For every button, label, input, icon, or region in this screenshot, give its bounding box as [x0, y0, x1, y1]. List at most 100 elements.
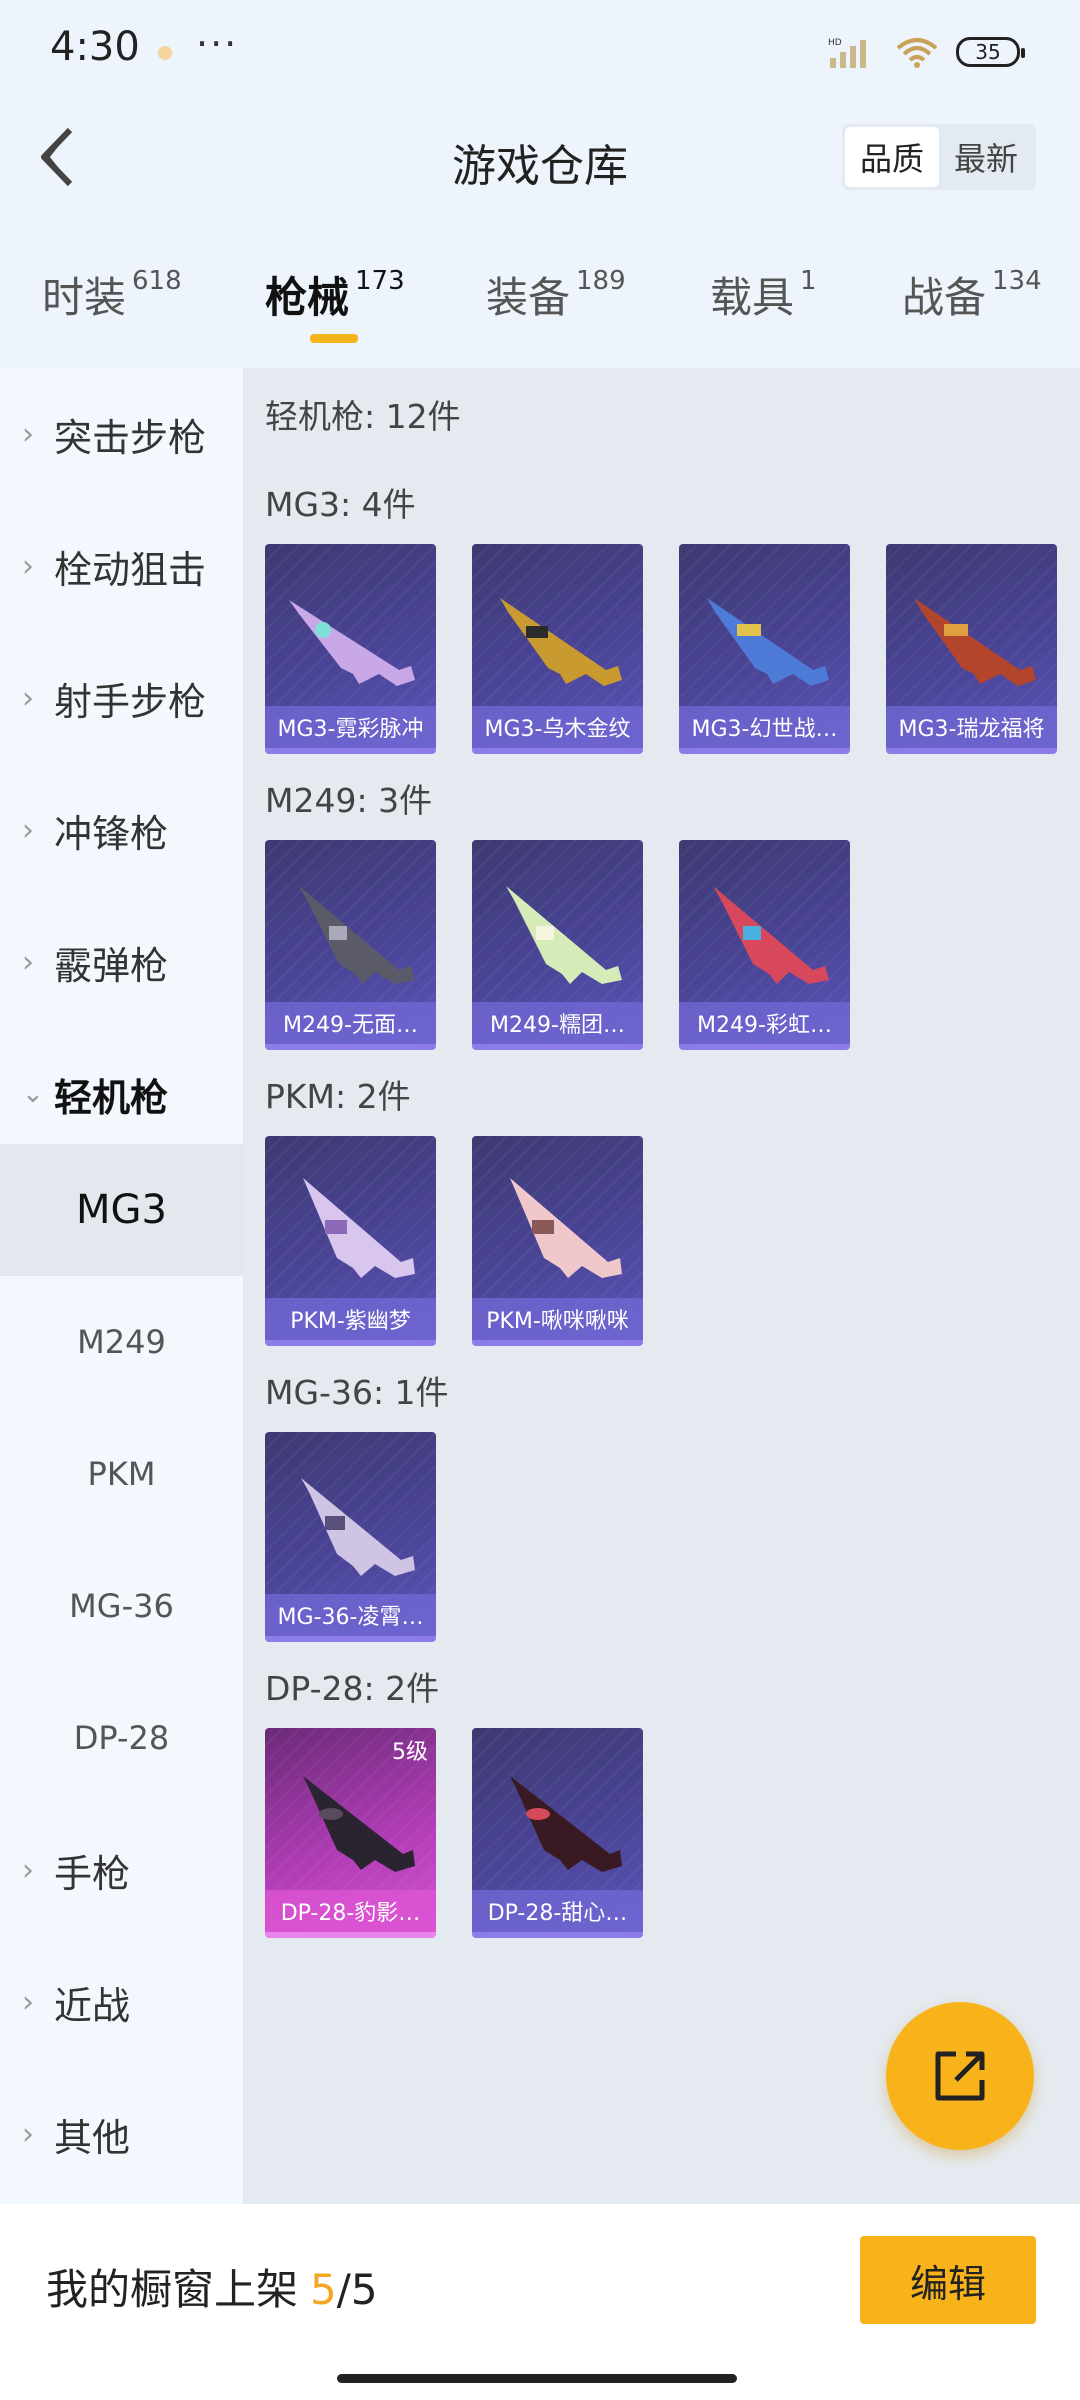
- weapon-icon: [914, 598, 1036, 686]
- weapon-icon: [713, 886, 829, 984]
- weapon-icon: [510, 1776, 622, 1872]
- item-card[interactable]: M249-彩虹…: [679, 840, 850, 1050]
- edit-button[interactable]: 编辑: [860, 2236, 1036, 2324]
- tab-count: 618: [132, 266, 182, 296]
- item-name: MG3-瑞龙福将: [886, 706, 1057, 748]
- chevron-right-icon: ›: [22, 416, 34, 452]
- tab-label: 装备: [486, 273, 571, 322]
- sidebar: › 突击步枪 › 栓动狙击 › 射手步枪 › 冲锋枪 › 霰弹枪 ⌄ 轻机枪 M…: [0, 368, 243, 2204]
- battery-icon: 35: [956, 37, 1025, 67]
- group-title: PKM: 2件: [265, 1077, 411, 1116]
- item-card[interactable]: MG3-幻世战…: [679, 544, 850, 754]
- sidebar-item-shotgun[interactable]: › 霰弹枪: [0, 896, 243, 1028]
- signal-icon: HD: [828, 38, 866, 68]
- item-card[interactable]: MG3-瑞龙福将: [886, 544, 1057, 754]
- bottom-bar: 我的橱窗上架 5 / 5 编辑: [0, 2204, 1080, 2400]
- chevron-right-icon: ›: [22, 2116, 34, 2152]
- weapon-icon: [299, 886, 415, 984]
- weapon-icon: [301, 1478, 415, 1576]
- sidebar-item-other[interactable]: › 其他: [0, 2068, 243, 2200]
- tab-equipment[interactable]: 装备 189: [486, 264, 626, 325]
- item-name: M249-糯团…: [472, 1002, 643, 1044]
- tab-count: 1: [800, 266, 817, 296]
- chevron-right-icon: ›: [22, 548, 34, 584]
- chevron-down-icon: ⌄: [22, 1079, 44, 1109]
- chevron-right-icon: ›: [22, 680, 34, 716]
- chevron-right-icon: ›: [22, 1984, 34, 2020]
- tab-label: 时装: [42, 273, 127, 322]
- item-name: DP-28-甜心…: [472, 1890, 643, 1932]
- item-name: MG3-霓彩脉冲: [265, 706, 436, 748]
- sidebar-item-label: 霰弹枪: [54, 943, 169, 988]
- sidebar-item-label: 冲锋枪: [54, 811, 169, 856]
- showcase-status: 我的橱窗上架 5 / 5: [46, 2256, 378, 2317]
- tab-gear[interactable]: 战备 134: [902, 264, 1042, 325]
- sidebar-subitem-dp28[interactable]: DP-28: [0, 1672, 243, 1804]
- sidebar-item-label: 射手步枪: [54, 679, 207, 724]
- chevron-right-icon: ›: [22, 1852, 34, 1888]
- sidebar-item-assault-rifle[interactable]: › 突击步枪: [0, 368, 243, 500]
- sidebar-item-melee[interactable]: › 近战: [0, 1936, 243, 2068]
- item-name: MG3-幻世战…: [679, 706, 850, 748]
- share-fab-button[interactable]: [886, 2002, 1034, 2150]
- tab-count: 173: [355, 266, 405, 296]
- item-card[interactable]: MG3-霓彩脉冲: [265, 544, 436, 754]
- sidebar-subitem-pkm[interactable]: PKM: [0, 1408, 243, 1540]
- sidebar-item-lmg[interactable]: ⌄ 轻机枪: [0, 1028, 243, 1160]
- sidebar-item-pistol[interactable]: › 手枪: [0, 1804, 243, 1936]
- sidebar-subitem-mg3[interactable]: MG3: [0, 1144, 243, 1276]
- sidebar-subitem-m249[interactable]: M249: [0, 1276, 243, 1408]
- item-card[interactable]: M249-糯团…: [472, 840, 643, 1050]
- sidebar-item-label: 其他: [54, 2115, 131, 2160]
- active-tab-indicator: [310, 334, 358, 343]
- item-name: MG3-乌木金纹: [472, 706, 643, 748]
- group-title: M249: 3件: [265, 781, 433, 820]
- category-tabs: 时装 618 枪械 173 装备 189 载具 1 战备 134: [0, 250, 1080, 350]
- tab-label: 载具: [710, 273, 795, 322]
- status-time: 4:30: [50, 24, 140, 70]
- header: 游戏仓库 品质 最新: [0, 100, 1080, 215]
- sidebar-item-label: 栓动狙击: [54, 547, 207, 592]
- tab-firearms[interactable]: 枪械 173: [265, 264, 405, 325]
- sidebar-item-label: 突击步枪: [54, 415, 207, 460]
- status-more-icon: ···: [196, 22, 239, 66]
- sidebar-item-marksman-rifle[interactable]: › 射手步枪: [0, 632, 243, 764]
- home-indicator[interactable]: [337, 2374, 737, 2383]
- sidebar-item-label: 近战: [54, 1983, 131, 2028]
- external-link-icon: [935, 2051, 985, 2101]
- weapon-icon: [303, 1776, 415, 1872]
- item-name: MG-36-凌霄…: [265, 1594, 436, 1636]
- category-summary: 轻机枪: 12件: [265, 397, 461, 436]
- sidebar-subitem-mg36[interactable]: MG-36: [0, 1540, 243, 1672]
- showcase-current-count: 5: [310, 2265, 337, 2314]
- item-card[interactable]: PKM-紫幽梦: [265, 1136, 436, 1346]
- tab-label: 枪械: [265, 273, 350, 322]
- sort-quality-button[interactable]: 品质: [845, 127, 939, 187]
- sidebar-item-bolt-sniper[interactable]: › 栓动狙击: [0, 500, 243, 632]
- item-card[interactable]: 5级 DP-28-豹影…: [265, 1728, 436, 1938]
- battery-level: 35: [975, 40, 1001, 64]
- chevron-right-icon: ›: [22, 944, 34, 980]
- item-card[interactable]: PKM-啾咪啾咪: [472, 1136, 643, 1346]
- tab-fashion[interactable]: 时装 618: [42, 264, 182, 325]
- item-card[interactable]: M249-无面…: [265, 840, 436, 1050]
- chevron-right-icon: ›: [22, 812, 34, 848]
- sort-newest-button[interactable]: 最新: [939, 127, 1033, 187]
- item-card[interactable]: MG3-乌木金纹: [472, 544, 643, 754]
- tab-count: 134: [992, 266, 1042, 296]
- weapon-icon: [303, 1178, 415, 1278]
- weapon-icon: [510, 1178, 622, 1278]
- sort-toggle: 品质 最新: [842, 124, 1036, 190]
- item-card[interactable]: DP-28-甜心…: [472, 1728, 643, 1938]
- showcase-label: 我的橱窗上架: [46, 2265, 299, 2314]
- item-name: DP-28-豹影…: [265, 1890, 436, 1932]
- item-name: M249-无面…: [265, 1002, 436, 1044]
- wifi-icon: [896, 38, 938, 68]
- tab-label: 战备: [902, 273, 987, 322]
- item-grid: 轻机枪: 12件 MG3: 4件 MG3-霓彩脉冲 MG3-乌木金纹 MG3-幻…: [243, 368, 1080, 2204]
- sidebar-item-smg[interactable]: › 冲锋枪: [0, 764, 243, 896]
- sidebar-item-label: 手枪: [54, 1851, 131, 1896]
- tab-vehicles[interactable]: 载具 1: [710, 264, 817, 325]
- item-name: PKM-啾咪啾咪: [472, 1298, 643, 1340]
- item-card[interactable]: MG-36-凌霄…: [265, 1432, 436, 1642]
